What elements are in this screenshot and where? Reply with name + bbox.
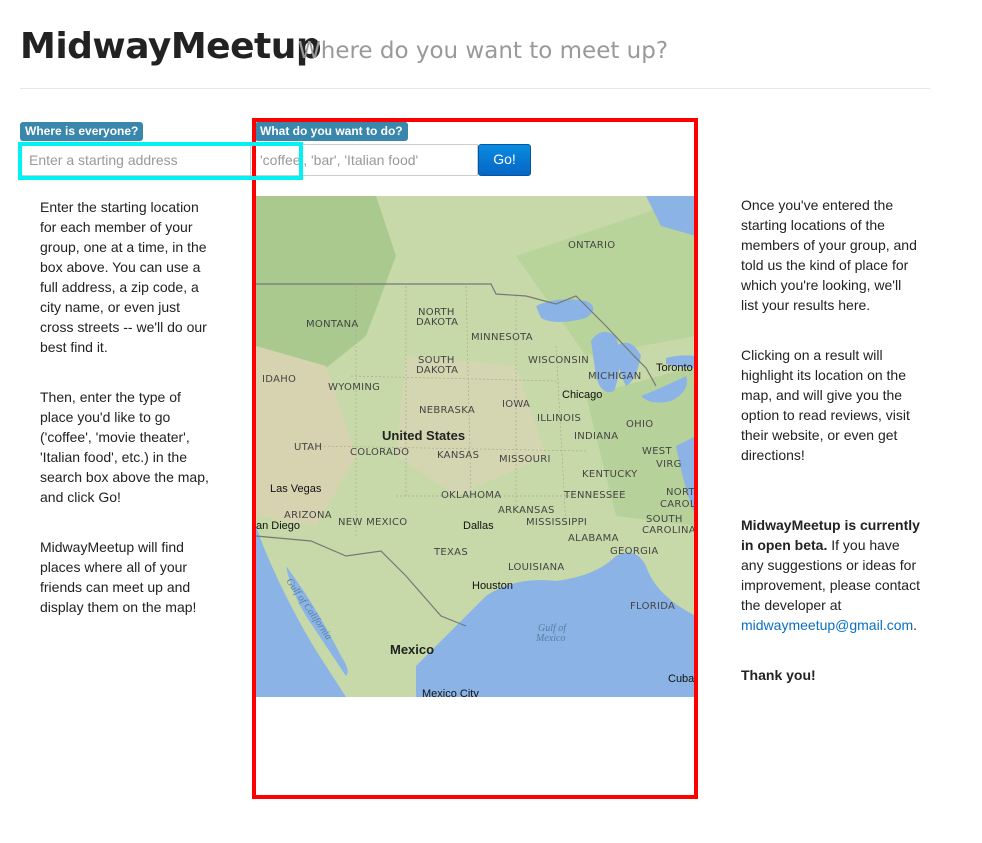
- results-intro: Once you've entered the starting locatio…: [741, 197, 917, 313]
- instructions-left: Enter the starting location for each mem…: [40, 197, 212, 617]
- instructions-step-2: Then, enter the type of place you'd like…: [40, 389, 209, 505]
- beta-notice-period: .: [913, 617, 918, 633]
- beta-notice: MidwayMeetup is currently in open beta. …: [741, 515, 921, 635]
- app-brand-title: MidwayMeetup: [20, 26, 322, 67]
- thank-you-text: Thank you!: [741, 667, 816, 683]
- instructions-step-3: MidwayMeetup will find places where all …: [40, 539, 197, 615]
- highlight-box-map-region: [252, 118, 698, 799]
- highlight-box-start-input: [18, 142, 303, 180]
- results-panel: Once you've entered the starting locatio…: [741, 195, 921, 685]
- page-tagline: Where do you want to meet up?: [298, 38, 669, 64]
- instructions-step-1: Enter the starting location for each mem…: [40, 199, 207, 355]
- contact-email-link[interactable]: midwaymeetup@gmail.com: [741, 617, 913, 633]
- results-help: Clicking on a result will highlight its …: [741, 347, 910, 463]
- header-divider: [20, 88, 930, 89]
- start-address-label: Where is everyone?: [20, 122, 144, 141]
